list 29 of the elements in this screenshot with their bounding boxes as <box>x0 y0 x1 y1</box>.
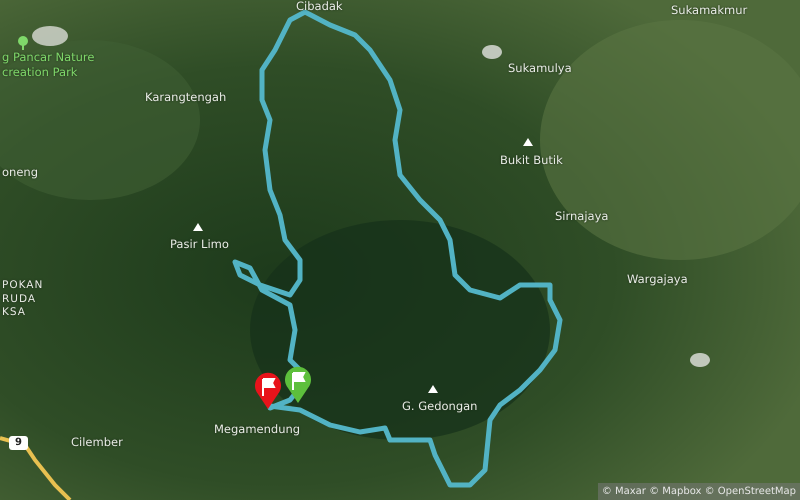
peak-label: G. Gedongan <box>402 401 478 412</box>
peak-label: Pasir Limo <box>170 239 229 250</box>
place-label: Sukamakmur <box>671 5 748 16</box>
park-label: creation Park <box>2 67 78 78</box>
map-attribution: © Maxar © Mapbox © OpenStreetMap <box>598 483 800 500</box>
place-label: Sirnajaya <box>555 211 608 222</box>
place-label: Karangtengah <box>145 92 226 104</box>
cloud <box>32 26 68 46</box>
end-flag-marker[interactable] <box>254 372 282 410</box>
start-flag-marker[interactable] <box>284 366 312 404</box>
park-label: g Pancar Nature <box>2 52 94 64</box>
peak-icon <box>193 223 203 231</box>
place-label: Sukamulya <box>508 63 572 74</box>
peak-icon <box>428 385 438 393</box>
peak-label: Bukit Butik <box>500 155 563 166</box>
place-label: Cibadak <box>296 1 343 12</box>
cloud <box>482 45 502 59</box>
place-label: RUDA <box>2 294 36 304</box>
place-label: KSA <box>2 307 26 318</box>
peak-icon <box>523 138 533 146</box>
place-label: oneng <box>2 167 38 178</box>
place-label: Megamendung <box>214 424 300 436</box>
cloud <box>690 353 710 367</box>
place-label: POKAN <box>2 280 44 290</box>
road-line <box>0 436 72 500</box>
road-shield: 9 <box>9 436 28 450</box>
tree-icon <box>16 36 30 50</box>
place-label: Cilember <box>71 437 123 448</box>
place-label: Wargajaya <box>627 274 688 286</box>
